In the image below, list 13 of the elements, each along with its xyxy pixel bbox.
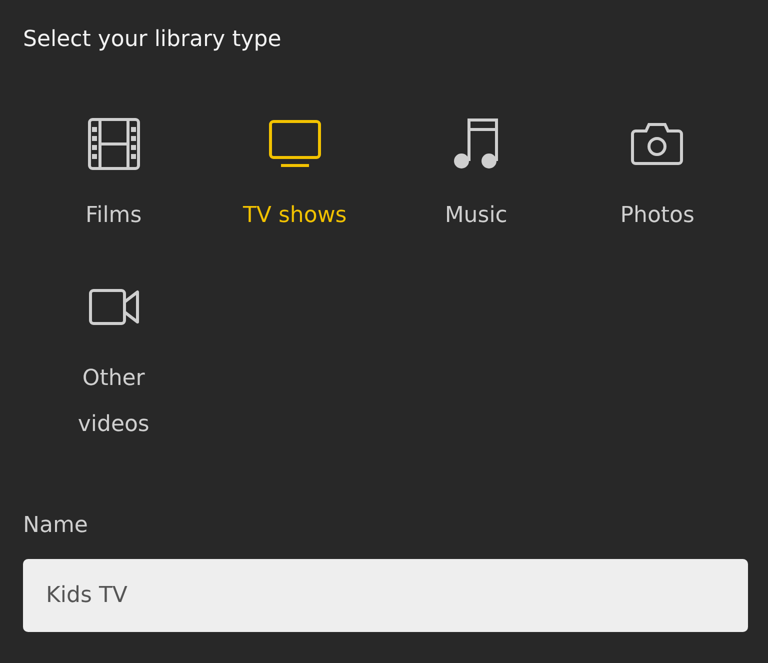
- section-title: Select your library type: [23, 26, 282, 54]
- film-strip-icon: [88, 118, 140, 170]
- library-type-option[interactable]: Other videos: [46, 279, 182, 448]
- video-camera-icon: [88, 289, 139, 325]
- library-type-option[interactable]: Photos: [589, 116, 726, 239]
- name-label: Name: [23, 512, 88, 540]
- library-type-option[interactable]: TV shows: [226, 116, 363, 239]
- camera-icon: [631, 123, 684, 165]
- music-note-icon: [452, 118, 500, 170]
- library-type-option[interactable]: Films: [46, 116, 182, 239]
- library-type-option[interactable]: Music: [408, 116, 544, 239]
- television-icon: [268, 120, 321, 168]
- name-field[interactable]: Kids TV: [23, 559, 748, 632]
